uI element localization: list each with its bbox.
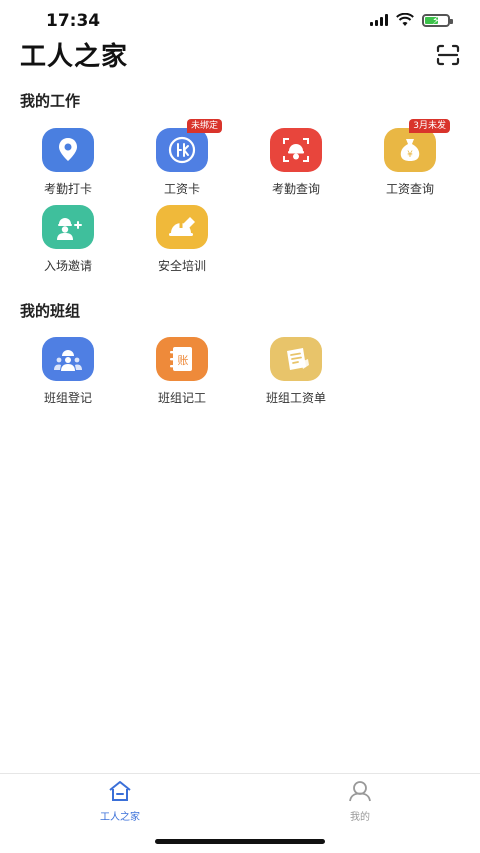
home-indicator (155, 839, 325, 844)
section-title-team: 我的班组 (20, 302, 81, 320)
item-label: 入场邀请 (43, 259, 92, 273)
item-label: 安全培训 (157, 259, 206, 273)
item-label: 工资查询 (385, 182, 434, 196)
tab-label: 我的 (350, 812, 370, 823)
grid-item-attendance-clock[interactable]: 考勤打卡 (11, 128, 125, 200)
section-title-work: 我的工作 (20, 92, 81, 110)
money-bag-icon: ¥ 3月未发 (384, 119, 450, 172)
status-bar: 17:34 ⚡ (0, 0, 480, 40)
grid-item-attendance-query[interactable]: 考勤查询 (239, 128, 353, 200)
header: 工人之家 (0, 36, 480, 76)
item-label: 班组记工 (157, 391, 206, 405)
grid-item-entry-invite[interactable]: 入场邀请 (11, 205, 125, 277)
battery-icon: ⚡ (422, 13, 453, 27)
item-label: 班组工资单 (265, 391, 326, 405)
bank-card-icon: 未绑定 (156, 119, 222, 172)
ledger-icon: 账 (156, 337, 208, 381)
location-pin-icon (42, 128, 94, 172)
scan-icon[interactable] (436, 44, 460, 66)
worker-invite-icon (42, 205, 94, 249)
grid-item-salary-query[interactable]: ¥ 3月未发 工资查询 (353, 119, 467, 200)
tab-mine[interactable]: 我的 (320, 780, 400, 823)
grid-item-salary-card[interactable]: 未绑定 工资卡 (125, 119, 239, 200)
team-icon (42, 337, 94, 381)
user-icon (349, 781, 371, 802)
tab-label: 工人之家 (100, 812, 140, 823)
ledger-glyph: 账 (178, 354, 189, 367)
status-icons: ⚡ (370, 13, 453, 27)
payslip-icon (270, 337, 322, 381)
safety-helmet-icon (156, 205, 208, 249)
status-badge: 未绑定 (186, 119, 222, 133)
status-badge: 3月未发 (409, 119, 450, 133)
home-icon (109, 781, 131, 801)
tab-workers-home[interactable]: 工人之家 (80, 780, 160, 823)
svg-text:¥: ¥ (407, 150, 413, 160)
face-scan-icon (270, 128, 322, 172)
grid-item-safety-training[interactable]: 安全培训 (125, 205, 239, 277)
signal-icon (370, 14, 388, 26)
grid-item-team-payslip[interactable]: 班组工资单 (239, 337, 353, 409)
grid-item-team-register[interactable]: 班组登记 (11, 337, 125, 409)
bottom-tab-bar: 工人之家 我的 (0, 773, 480, 853)
status-time: 17:34 (46, 11, 101, 31)
grid-item-team-worklog[interactable]: 账 班组记工 (125, 337, 239, 409)
wifi-icon (396, 13, 414, 26)
item-label: 工资卡 (163, 182, 200, 196)
page-title: 工人之家 (20, 42, 129, 72)
item-label: 考勤打卡 (43, 182, 92, 196)
item-label: 考勤查询 (271, 182, 320, 196)
item-label: 班组登记 (43, 391, 92, 405)
